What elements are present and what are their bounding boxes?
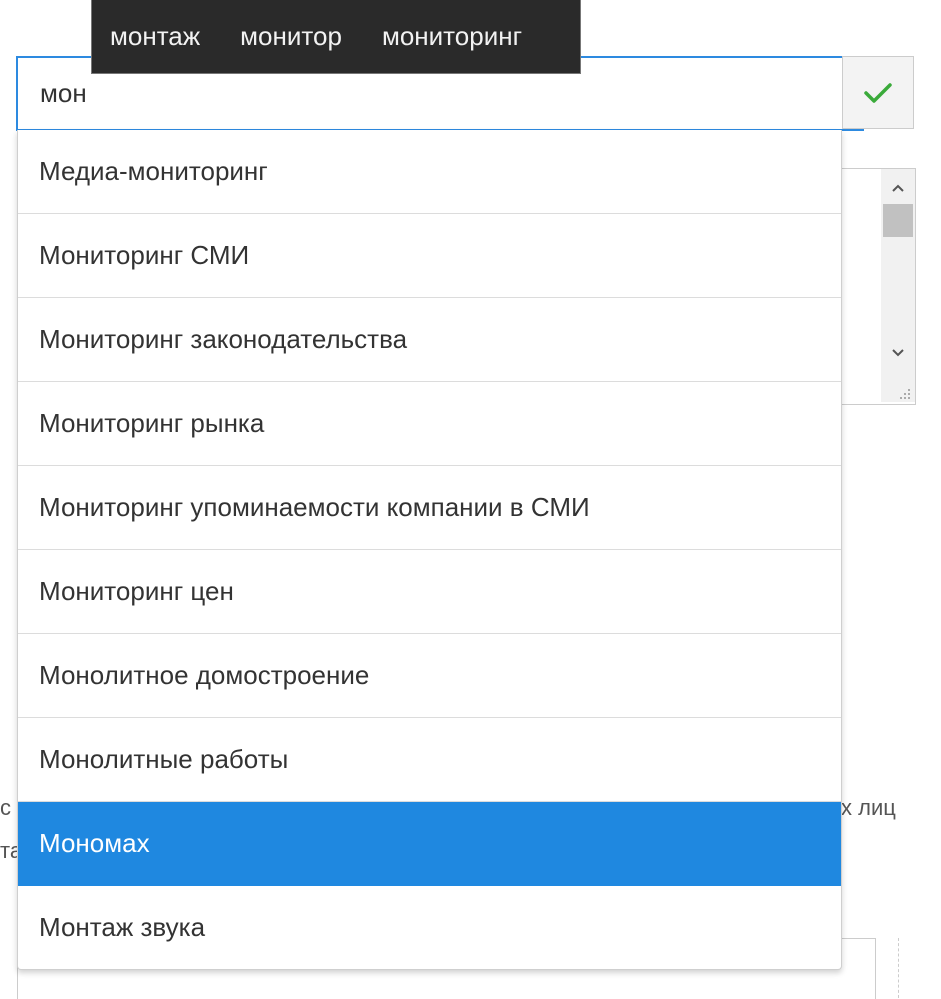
chevron-down-icon[interactable] [881, 337, 915, 367]
suggestion-chip[interactable]: монитор [240, 21, 342, 52]
dropdown-option[interactable]: Мониторинг рынка [18, 382, 841, 466]
dropdown-option[interactable]: Монолитные работы [18, 718, 841, 802]
suggestion-chip[interactable]: монтаж [110, 21, 200, 52]
dropdown-option-selected[interactable]: Мономах [18, 802, 841, 886]
background-text-fragment: х лиц [841, 795, 896, 820]
dropdown-option[interactable]: Медиа-мониторинг [18, 130, 841, 214]
autocomplete-dropdown: Медиа-мониторинг Мониторинг СМИ Монитори… [17, 130, 842, 970]
divider [898, 938, 899, 998]
dropdown-option[interactable]: Мониторинг законодательства [18, 298, 841, 382]
suggestion-bar: монтаж монитор мониторинг [91, 0, 581, 74]
check-icon [864, 82, 892, 103]
background-text-fragment: с [0, 795, 11, 820]
dropdown-option[interactable]: Мониторинг упоминаемости компании в СМИ [18, 466, 841, 550]
confirm-button[interactable] [842, 56, 914, 129]
scrollbar-thumb[interactable] [883, 204, 913, 237]
dropdown-option[interactable]: Монолитное домостроение [18, 634, 841, 718]
suggestion-chip[interactable]: мониторинг [382, 21, 522, 52]
dropdown-option[interactable]: Монтаж звука [18, 886, 841, 969]
textarea-scrollbar[interactable] [881, 169, 915, 402]
chevron-up-icon[interactable] [881, 172, 915, 202]
dropdown-option[interactable]: Мониторинг СМИ [18, 214, 841, 298]
description-textarea[interactable] [841, 168, 916, 405]
dropdown-option[interactable]: Мониторинг цен [18, 550, 841, 634]
resize-grip-icon[interactable] [897, 386, 911, 400]
